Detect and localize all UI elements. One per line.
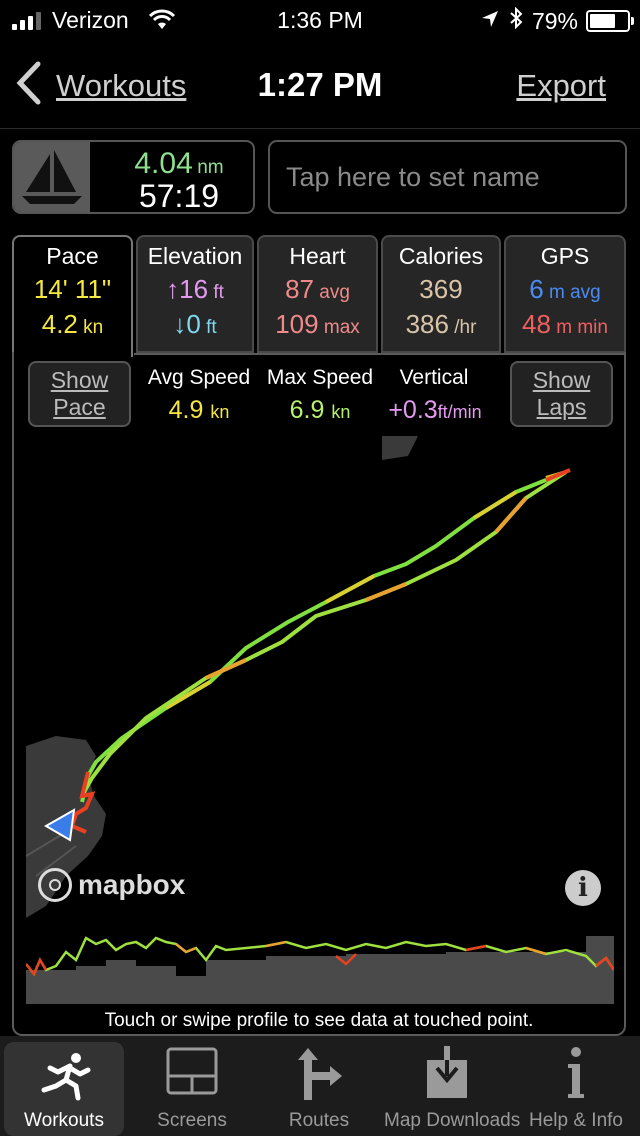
show-pace-label-1: Show xyxy=(50,367,109,393)
distance-unit: nm xyxy=(197,157,224,178)
bluetooth-icon xyxy=(508,6,524,35)
tab-workouts[interactable]: Workouts xyxy=(4,1042,124,1136)
info-icon xyxy=(564,1046,588,1105)
route-map[interactable] xyxy=(25,436,614,918)
vertical-unit: ft/min xyxy=(437,402,482,422)
status-bar: Verizon 1:36 PM 79% xyxy=(0,0,640,40)
vertical-label: Vertical xyxy=(399,366,469,389)
panel-border xyxy=(134,353,626,355)
tab-map-downloads[interactable]: Map Downloads xyxy=(384,1036,521,1136)
export-button[interactable]: Export xyxy=(516,68,606,104)
track-outbound-segment xyxy=(164,470,567,710)
max-speed-unit: kn xyxy=(331,402,351,422)
tab-screens-label: Screens xyxy=(157,1110,227,1131)
tab-gps-value-2: 48 m min xyxy=(522,309,608,339)
battery-icon xyxy=(586,10,634,32)
tab-routes[interactable]: Routes xyxy=(260,1036,378,1136)
tab-elevation-value-1: ↑16 ft xyxy=(166,274,224,304)
duration: 57:19 xyxy=(138,178,220,214)
tab-gps-label: GPS xyxy=(540,243,590,269)
land-shape xyxy=(382,436,418,460)
tab-routes-label: Routes xyxy=(288,1110,350,1131)
tab-calories-value-1: 369 xyxy=(419,274,463,304)
divider xyxy=(0,128,640,129)
avg-speed-label: Avg Speed xyxy=(147,366,251,389)
tab-elevation-label: Elevation xyxy=(147,243,243,269)
show-laps-button[interactable]: Show Laps xyxy=(510,361,613,427)
tab-pace-value-1: 14' 11" xyxy=(33,274,112,304)
tab-elevation[interactable]: Elevation ↑16 ft ↓0 ft xyxy=(136,235,254,353)
show-laps-label-2: Laps xyxy=(536,394,587,420)
distance: 4.04 nm xyxy=(104,147,253,181)
tab-calories-label: Calories xyxy=(398,243,484,269)
tab-calories-value-2: 386 /hr xyxy=(405,309,477,339)
max-speed-value: 6.9 kn xyxy=(260,396,380,425)
track-return xyxy=(82,470,568,793)
tab-elevation-value-2: ↓0 ft xyxy=(173,309,217,339)
route-sign-icon xyxy=(294,1046,344,1105)
avg-speed-number: 4.9 xyxy=(168,396,204,424)
tab-map-downloads-label: Map Downloads xyxy=(384,1110,521,1131)
avg-speed-unit: kn xyxy=(210,402,230,422)
track-outbound xyxy=(80,470,567,803)
tab-heart-value-1: 87 avg xyxy=(285,274,350,304)
map-info-button[interactable]: i xyxy=(565,870,601,906)
tab-help-info[interactable]: Help & Info xyxy=(514,1036,638,1136)
activity-summary[interactable]: 4.04 nm 57:19 xyxy=(12,140,255,214)
download-box-icon xyxy=(425,1046,469,1105)
tab-heart-value-2: 109 max xyxy=(275,309,360,339)
tab-pace[interactable]: Pace 14' 11" 4.2 kn xyxy=(12,235,133,357)
mapbox-wordmark: mapbox xyxy=(78,869,186,900)
sailboat-icon[interactable] xyxy=(14,142,90,212)
tab-gps-value-1: 6 m avg xyxy=(529,274,601,304)
avg-speed-value: 4.9 kn xyxy=(140,396,258,425)
navigation-bar: Workouts 1:27 PM Export xyxy=(0,54,640,118)
location-arrow-icon xyxy=(480,8,500,35)
tab-heart[interactable]: Heart 87 avg 109 max xyxy=(257,235,378,353)
vertical-number: +0.3 xyxy=(388,396,438,424)
tab-help-info-label: Help & Info xyxy=(529,1110,623,1131)
max-speed-number: 6.9 xyxy=(289,396,325,424)
screens-icon xyxy=(165,1046,219,1101)
mapbox-logo: mapbox xyxy=(38,868,185,902)
battery-percent: 79% xyxy=(531,7,578,34)
show-pace-label-2: Pace xyxy=(53,394,106,420)
tab-screens[interactable]: Screens xyxy=(132,1036,252,1136)
tab-calories[interactable]: Calories 369 386 /hr xyxy=(381,235,501,353)
vertical-value: +0.3ft/min xyxy=(372,396,498,425)
profile-caption: Touch or swipe profile to see data at to… xyxy=(104,1010,534,1031)
distance-value: 4.04 xyxy=(134,147,193,180)
elevation-profile[interactable] xyxy=(25,930,616,1004)
mapbox-icon xyxy=(38,868,72,902)
show-laps-label-1: Show xyxy=(532,367,591,393)
running-man-icon xyxy=(36,1052,92,1107)
tab-heart-label: Heart xyxy=(289,243,346,269)
tab-gps[interactable]: GPS 6 m avg 48 m min xyxy=(504,235,626,353)
tab-workouts-label: Workouts xyxy=(24,1110,104,1131)
show-pace-button[interactable]: Show Pace xyxy=(28,361,131,427)
workout-name-field[interactable] xyxy=(268,140,627,214)
tab-pace-value-2: 4.2 kn xyxy=(41,309,104,339)
track-return-segment xyxy=(205,496,528,680)
tab-pace-label: Pace xyxy=(46,243,99,269)
max-speed-label: Max Speed xyxy=(266,366,374,389)
